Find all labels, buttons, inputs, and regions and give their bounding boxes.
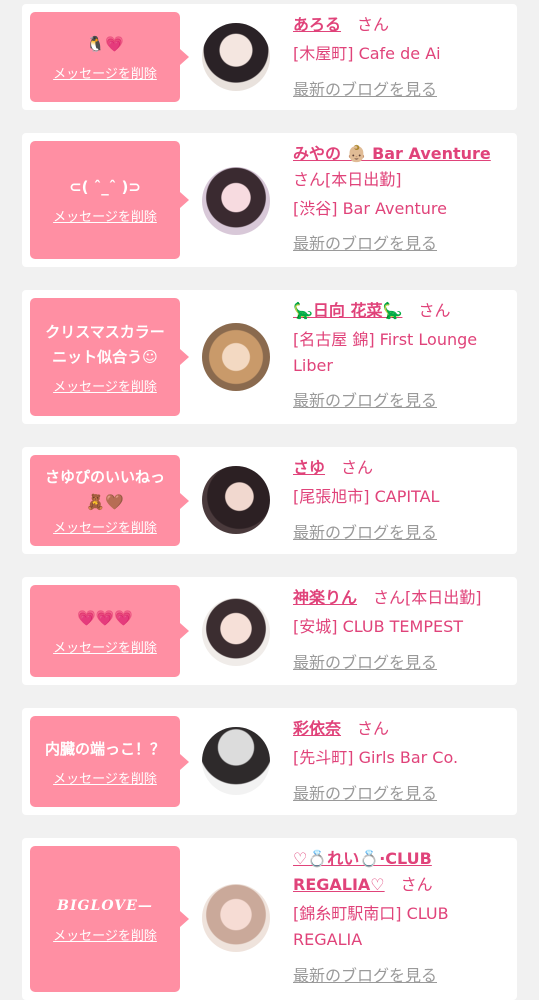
message-card: 内臓の端っこ！？ メッセージを削除 彩依奈 さん [先斗町] Girls Bar… xyxy=(22,708,517,815)
shop-label: [木屋町] Cafe de Ai xyxy=(293,44,441,63)
message-text: 🐧💗 xyxy=(86,35,124,53)
latest-blog-link[interactable]: 最新のブログを見る xyxy=(293,388,511,414)
message-card: BIGLOVE— メッセージを削除 ♡💍れい💍·CLUB REGALIA♡ さん… xyxy=(22,838,517,1000)
message-text: 内臓の端っこ！？ xyxy=(44,739,165,758)
message-card: 🐧💗 メッセージを削除 あろる さん [木屋町] Cafe de Ai 最新のブ… xyxy=(22,4,517,110)
message-bubble: 🐧💗 メッセージを削除 xyxy=(30,12,189,102)
profile-name-link[interactable]: あろる xyxy=(293,15,341,34)
latest-blog-link[interactable]: 最新のブログを見る xyxy=(293,650,511,676)
honorific: さん xyxy=(357,719,390,738)
message-card: ⊂( ˆ_ˆ )⊃ メッセージを削除 みやの 👶🏼 Bar Aventure さ… xyxy=(22,133,517,267)
latest-blog-link[interactable]: 最新のブログを見る xyxy=(293,781,511,807)
avatar[interactable] xyxy=(202,598,270,666)
message-text: クリスマスカラーニット似合う☺ xyxy=(45,322,165,366)
shop-label: [渋谷] Bar Aventure xyxy=(293,199,447,218)
message-card: さゆぴのいいねっ🧸🤎 メッセージを削除 さゆ さん [尾張旭市] CAPITAL… xyxy=(22,447,517,554)
profile-info: 🦕日向 花菜🦕 さん [名古屋 錦] First Lounge Liber 最新… xyxy=(293,298,511,414)
delete-message-link[interactable]: メッセージを削除 xyxy=(53,376,157,395)
message-text: BIGLOVE— xyxy=(57,898,153,914)
latest-blog-link[interactable]: 最新のブログを見る xyxy=(293,520,511,546)
message-card: クリスマスカラーニット似合う☺ メッセージを削除 🦕日向 花菜🦕 さん [名古屋… xyxy=(22,290,517,424)
work-status: [本日出勤] xyxy=(325,170,402,189)
profile-info: みやの 👶🏼 Bar Aventure さん[本日出勤] [渋谷] Bar Av… xyxy=(293,141,511,257)
honorific: さん xyxy=(373,588,406,607)
profile-name-link[interactable]: みやの 👶🏼 Bar Aventure xyxy=(293,144,491,163)
avatar[interactable] xyxy=(202,466,270,534)
shop-label: [安城] CLUB TEMPEST xyxy=(293,617,464,636)
delete-message-link[interactable]: メッセージを削除 xyxy=(53,637,157,656)
shop-label: [名古屋 錦] First Lounge Liber xyxy=(293,330,478,375)
avatar[interactable] xyxy=(202,167,270,235)
shop-label: [先斗町] Girls Bar Co. xyxy=(293,748,459,767)
avatar[interactable] xyxy=(202,884,270,952)
honorific: さん xyxy=(293,170,326,189)
latest-blog-link[interactable]: 最新のブログを見る xyxy=(293,231,511,257)
message-bubble: 内臓の端っこ！？ メッセージを削除 xyxy=(30,716,189,807)
latest-blog-link[interactable]: 最新のブログを見る xyxy=(293,963,511,989)
profile-info: あろる さん [木屋町] Cafe de Ai 最新のブログを見る xyxy=(293,12,511,103)
delete-message-link[interactable]: メッセージを削除 xyxy=(53,517,157,536)
profile-name-link[interactable]: 彩依奈 xyxy=(293,719,341,738)
honorific: さん xyxy=(418,301,451,320)
message-bubble: クリスマスカラーニット似合う☺ メッセージを削除 xyxy=(30,298,189,416)
message-text: 💗💗💗 xyxy=(76,609,134,627)
message-bubble: ⊂( ˆ_ˆ )⊃ メッセージを削除 xyxy=(30,141,189,259)
avatar[interactable] xyxy=(202,23,270,91)
message-text: さゆぴのいいねっ🧸🤎 xyxy=(44,468,165,511)
message-bubble: さゆぴのいいねっ🧸🤎 メッセージを削除 xyxy=(30,455,189,546)
profile-name-link[interactable]: 神楽りん xyxy=(293,588,357,607)
delete-message-link[interactable]: メッセージを削除 xyxy=(53,925,157,944)
avatar[interactable] xyxy=(202,727,270,795)
message-text: ⊂( ˆ_ˆ )⊃ xyxy=(69,178,141,196)
avatar[interactable] xyxy=(202,323,270,391)
message-bubble: BIGLOVE— メッセージを削除 xyxy=(30,846,189,992)
profile-info: 神楽りん さん[本日出勤] [安城] CLUB TEMPEST 最新のブログを見… xyxy=(293,585,511,676)
honorific: さん xyxy=(357,15,390,34)
honorific: さん xyxy=(400,875,433,894)
profile-name-link[interactable]: 🦕日向 花菜🦕 xyxy=(293,301,402,320)
delete-message-link[interactable]: メッセージを削除 xyxy=(53,63,157,82)
delete-message-link[interactable]: メッセージを削除 xyxy=(53,206,157,225)
profile-info: ♡💍れい💍·CLUB REGALIA♡ さん [錦糸町駅南口] CLUB REG… xyxy=(293,846,511,989)
honorific: さん xyxy=(341,458,374,477)
profile-info: さゆ さん [尾張旭市] CAPITAL 最新のブログを見る xyxy=(293,455,511,546)
message-bubble: 💗💗💗 メッセージを削除 xyxy=(30,585,189,677)
work-status: [本日出勤] xyxy=(405,588,482,607)
message-card: 💗💗💗 メッセージを削除 神楽りん さん[本日出勤] [安城] CLUB TEM… xyxy=(22,577,517,685)
delete-message-link[interactable]: メッセージを削除 xyxy=(53,768,157,787)
profile-info: 彩依奈 さん [先斗町] Girls Bar Co. 最新のブログを見る xyxy=(293,716,511,807)
profile-name-link[interactable]: さゆ xyxy=(293,458,325,477)
shop-label: [錦糸町駅南口] CLUB REGALIA xyxy=(293,904,449,949)
latest-blog-link[interactable]: 最新のブログを見る xyxy=(293,77,511,103)
shop-label: [尾張旭市] CAPITAL xyxy=(293,487,440,506)
message-list: 🐧💗 メッセージを削除 あろる さん [木屋町] Cafe de Ai 最新のブ… xyxy=(0,0,539,1000)
